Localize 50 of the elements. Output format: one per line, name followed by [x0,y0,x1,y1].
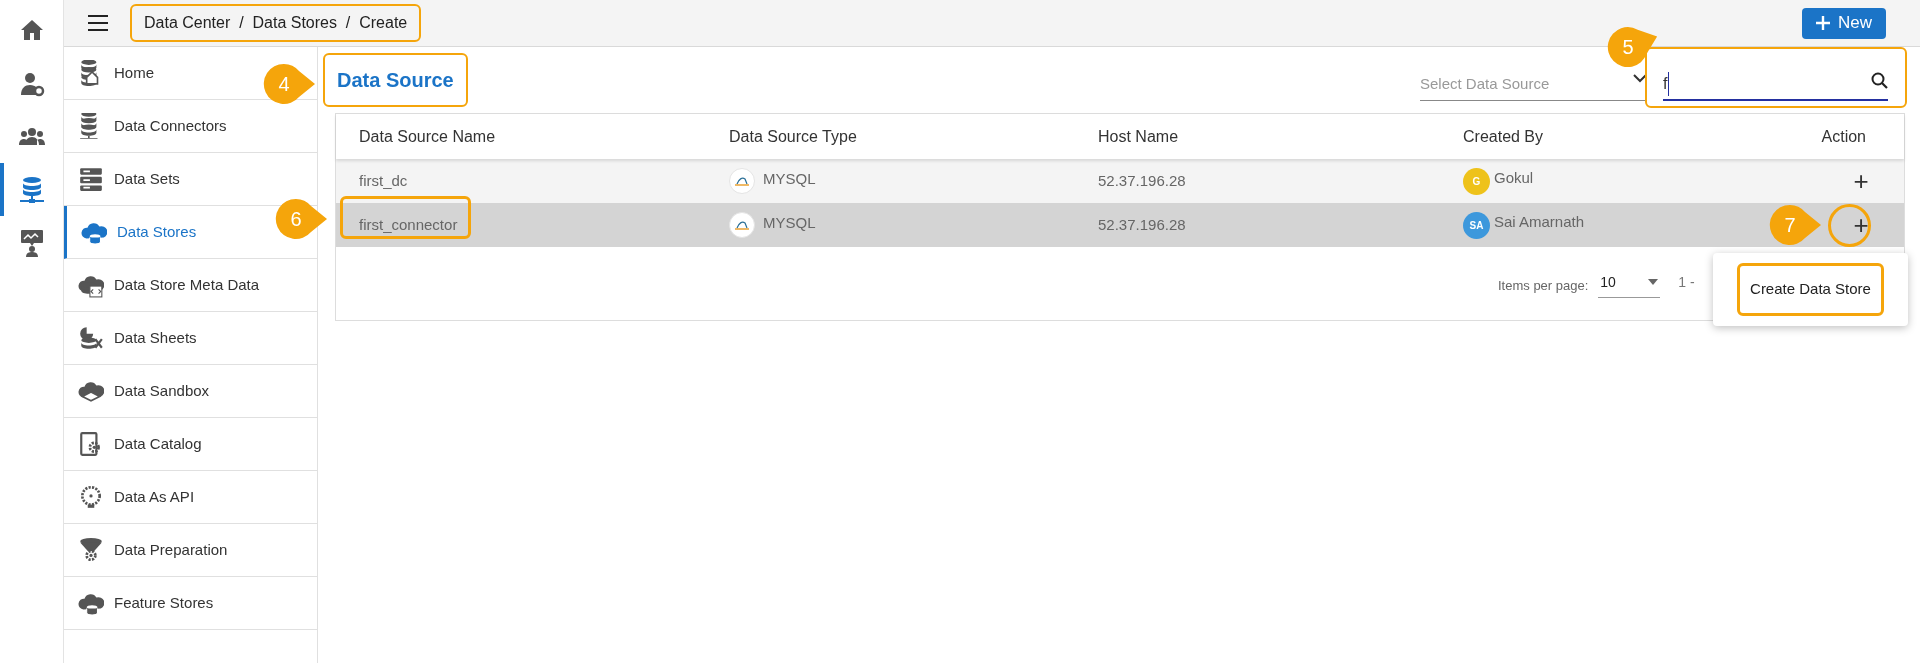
table-cell-text: MYSQL [763,212,816,233]
gear-database-icon [78,484,104,510]
table-cell-text: first_dc [359,170,409,191]
table-cell-text: first_connector [359,214,459,235]
items-per-page-label: Items per page: [1498,277,1589,295]
sidebar-item[interactable]: Data Sandbox [64,365,317,418]
search-icon[interactable] [1871,71,1888,89]
page-range: 1 - [1678,273,1695,292]
column-header: Data Source Type [729,126,858,147]
breadcrumb: Data Center / Data Stores / Create [130,4,422,42]
server-icon [78,166,104,192]
pie-database-icon [78,325,104,351]
caret-down-icon [1648,279,1659,285]
callout-badge: 5 [1606,25,1660,69]
new-button[interactable]: New [1802,7,1886,39]
table-cell-text: Sai Amarnath [1494,211,1585,232]
database-logo-icon [729,168,755,194]
table-cell-text: 52.37.196.28 [1098,170,1187,191]
column-header: Host Name [1098,126,1180,147]
page-size-select[interactable]: 10 [1598,272,1661,298]
table-row[interactable]: first_dc MYSQL 52.37.196.28 G Gokul + [336,159,1904,203]
column-header: Data Source Name [359,126,497,147]
search-field[interactable]: f [1663,69,1888,101]
sidebar-item[interactable]: Feature Stores [64,577,317,630]
action-highlight [1828,204,1871,247]
sidebar-item[interactable]: Data Sheets [64,312,317,365]
menu-icon[interactable] [88,15,108,31]
database-logo-icon [729,212,755,238]
funnel-gear-icon [78,537,104,563]
column-header: Action [1820,126,1866,147]
create-data-store-item[interactable]: Create Data Store [1737,263,1884,316]
sidebar-item[interactable]: Data As API [64,471,317,524]
table-cell-text: 52.37.196.28 [1098,214,1187,235]
callout-badge: 4 [262,62,316,106]
table-cell-text: MYSQL [763,168,816,189]
add-button[interactable]: + [1848,168,1874,194]
sidebar-item[interactable]: Data Catalog [64,418,317,471]
sidebar-item[interactable]: Data Store Meta Data [64,259,317,312]
plus-icon [1816,16,1830,30]
chevron-down-icon [1633,74,1647,83]
add-button[interactable]: + [1848,212,1874,238]
page-title: Data Source [323,53,468,107]
column-header: Created By [1463,126,1545,147]
callout-badge: 6 [274,197,328,241]
table-cell-text: Gokul [1494,167,1534,188]
user-avatar: SA [1463,211,1490,239]
sidebar-item[interactable]: Data Preparation [64,524,317,577]
user-avatar: G [1463,167,1490,195]
database-network-icon[interactable] [17,175,46,204]
callout-badge: 7 [1768,203,1822,247]
